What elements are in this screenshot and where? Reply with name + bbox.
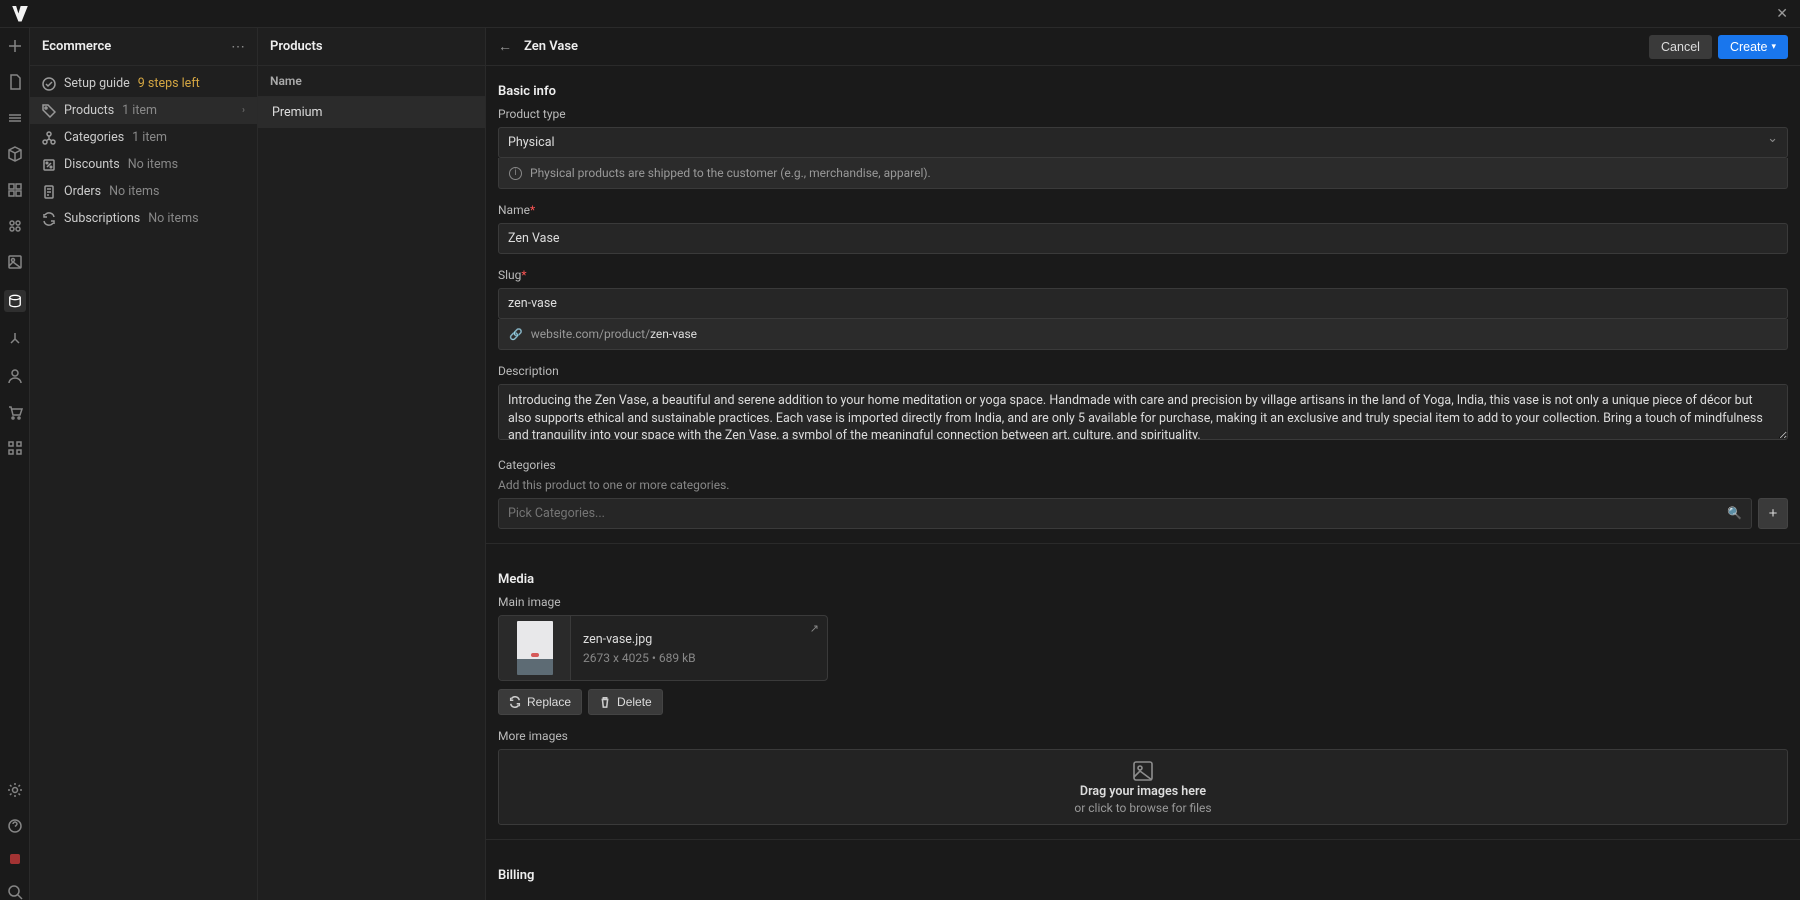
categories-icon: [42, 131, 56, 145]
dropzone-subtitle: or click to browse for files: [1074, 801, 1211, 815]
create-button[interactable]: Create ▾: [1718, 35, 1788, 59]
cancel-button[interactable]: Cancel: [1649, 35, 1712, 59]
sidebar-item-meta: 1 item: [122, 103, 157, 118]
titlebar: ✕: [0, 0, 1800, 28]
main-image-label: Main image: [498, 595, 1788, 609]
cart-icon[interactable]: [7, 404, 23, 420]
url-prefix: website.com/product/: [531, 327, 650, 341]
url-slug: zen-vase: [650, 327, 697, 341]
section-basic-info: Basic info: [498, 66, 1788, 107]
branch-icon[interactable]: [7, 332, 23, 348]
section-billing: Billing: [498, 850, 1788, 891]
expand-icon[interactable]: ↗: [810, 622, 819, 635]
page-icon[interactable]: [7, 74, 23, 90]
sidebar-item-products[interactable]: Products 1 item ›: [30, 97, 257, 124]
replace-icon: [509, 696, 521, 708]
add-category-button[interactable]: +: [1758, 498, 1788, 529]
products-panel-title: Products: [270, 39, 323, 54]
slug-label: Slug*: [498, 268, 1788, 282]
main-image-card: ↗ zen-vase.jpg 2673 x 4025 • 689 kB: [498, 615, 828, 681]
info-icon: i: [509, 167, 522, 180]
page-title: Zen Vase: [524, 39, 578, 54]
webflow-logo-icon: [12, 6, 28, 22]
add-icon[interactable]: [7, 38, 23, 54]
sidebar-item-subscriptions[interactable]: Subscriptions No items: [30, 205, 257, 232]
sidebar-item-categories[interactable]: Categories 1 item: [30, 124, 257, 151]
product-row[interactable]: Premium: [258, 97, 485, 128]
image-dimensions: 2673 x 4025 • 689 kB: [583, 651, 815, 665]
orders-icon: [42, 185, 56, 199]
create-button-label: Create: [1730, 40, 1768, 54]
slug-input[interactable]: [498, 288, 1788, 319]
swatch-icon[interactable]: [7, 218, 23, 234]
image-icon[interactable]: [7, 254, 23, 270]
main-editor: ← Zen Vase Cancel Create ▾ Basic info Pr…: [486, 28, 1800, 900]
products-name-header: Name: [258, 66, 485, 97]
gear-icon[interactable]: [7, 782, 23, 798]
tag-icon: [42, 104, 56, 118]
discount-icon: [42, 158, 56, 172]
name-label: Name*: [498, 203, 1788, 217]
variables-icon[interactable]: [7, 182, 23, 198]
dropzone-title: Drag your images here: [1080, 784, 1206, 799]
cms-icon[interactable]: [4, 290, 26, 312]
sidebar-item-meta: 9 steps left: [138, 76, 200, 91]
image-thumbnail[interactable]: [499, 616, 571, 680]
more-icon[interactable]: ⋯: [231, 39, 245, 55]
product-type-label: Product type: [498, 107, 1788, 121]
user-icon[interactable]: [7, 368, 23, 384]
apps-icon[interactable]: [7, 440, 23, 456]
left-rail: [0, 28, 30, 900]
description-textarea[interactable]: [498, 384, 1788, 440]
sidebar-item-label: Subscriptions: [64, 211, 140, 226]
chevron-right-icon: ›: [242, 105, 245, 116]
product-type-select[interactable]: Physical: [498, 127, 1788, 158]
sidebar-item-discounts[interactable]: Discounts No items: [30, 151, 257, 178]
products-panel: Products Name Premium: [258, 28, 486, 900]
layers-icon[interactable]: [7, 110, 23, 126]
hint-text: Physical products are shipped to the cus…: [530, 166, 931, 180]
chevron-down-icon: ▾: [1771, 41, 1776, 52]
sidebar-item-orders[interactable]: Orders No items: [30, 178, 257, 205]
subscriptions-icon: [42, 212, 56, 226]
cube-icon[interactable]: [7, 146, 23, 162]
sidebar-item-meta: No items: [148, 211, 198, 226]
section-media: Media: [498, 554, 1788, 595]
help-icon[interactable]: [7, 818, 23, 834]
ecommerce-panel-title: Ecommerce: [42, 39, 111, 54]
sidebar-item-label: Setup guide: [64, 76, 130, 91]
replace-button[interactable]: Replace: [498, 689, 582, 715]
sidebar-item-meta: 1 item: [132, 130, 167, 145]
product-type-hint: i Physical products are shipped to the c…: [498, 158, 1788, 189]
close-icon[interactable]: ✕: [1776, 6, 1788, 22]
back-icon[interactable]: ←: [498, 38, 512, 55]
categories-sublabel: Add this product to one or more categori…: [498, 478, 1788, 492]
sidebar-item-meta: No items: [128, 157, 178, 172]
sidebar-item-label: Products: [64, 103, 114, 118]
image-upload-icon: [1132, 760, 1154, 782]
search-icon[interactable]: [7, 884, 23, 900]
description-label: Description: [498, 364, 1788, 378]
image-filename: zen-vase.jpg: [583, 632, 815, 647]
sidebar-item-label: Discounts: [64, 157, 120, 172]
link-icon: 🔗: [509, 328, 523, 341]
sidebar-item-meta: No items: [109, 184, 159, 199]
sidebar-item-label: Orders: [64, 184, 101, 199]
categories-label: Categories: [498, 458, 1788, 472]
record-icon[interactable]: [10, 854, 20, 864]
more-images-label: More images: [498, 729, 1788, 743]
search-icon: 🔍: [1727, 506, 1742, 520]
ecommerce-panel: Ecommerce ⋯ Setup guide 9 steps left Pro…: [30, 28, 258, 900]
sidebar-item-label: Categories: [64, 130, 124, 145]
more-images-dropzone[interactable]: Drag your images here or click to browse…: [498, 749, 1788, 825]
trash-icon: [599, 696, 611, 708]
check-circle-icon: [42, 77, 56, 91]
categories-input[interactable]: [498, 498, 1752, 529]
name-input[interactable]: [498, 223, 1788, 254]
delete-button[interactable]: Delete: [588, 689, 663, 715]
sidebar-item-setup-guide[interactable]: Setup guide 9 steps left: [30, 70, 257, 97]
slug-url-preview: 🔗 website.com/product/zen-vase: [498, 319, 1788, 350]
